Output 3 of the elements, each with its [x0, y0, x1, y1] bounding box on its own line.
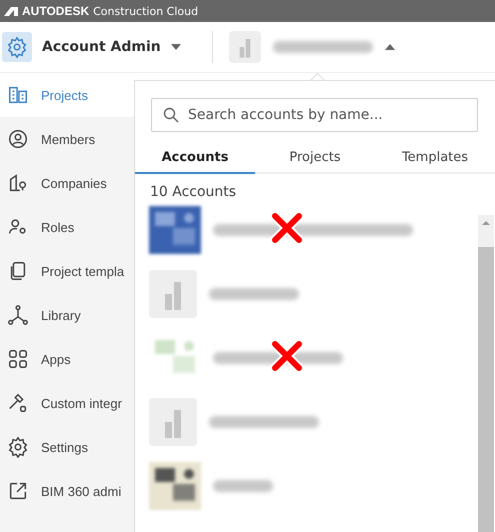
account-count: 10 Accounts: [149, 183, 238, 200]
product-name: Construction Cloud: [93, 4, 198, 18]
brand-name: AUTODESK: [22, 4, 90, 18]
